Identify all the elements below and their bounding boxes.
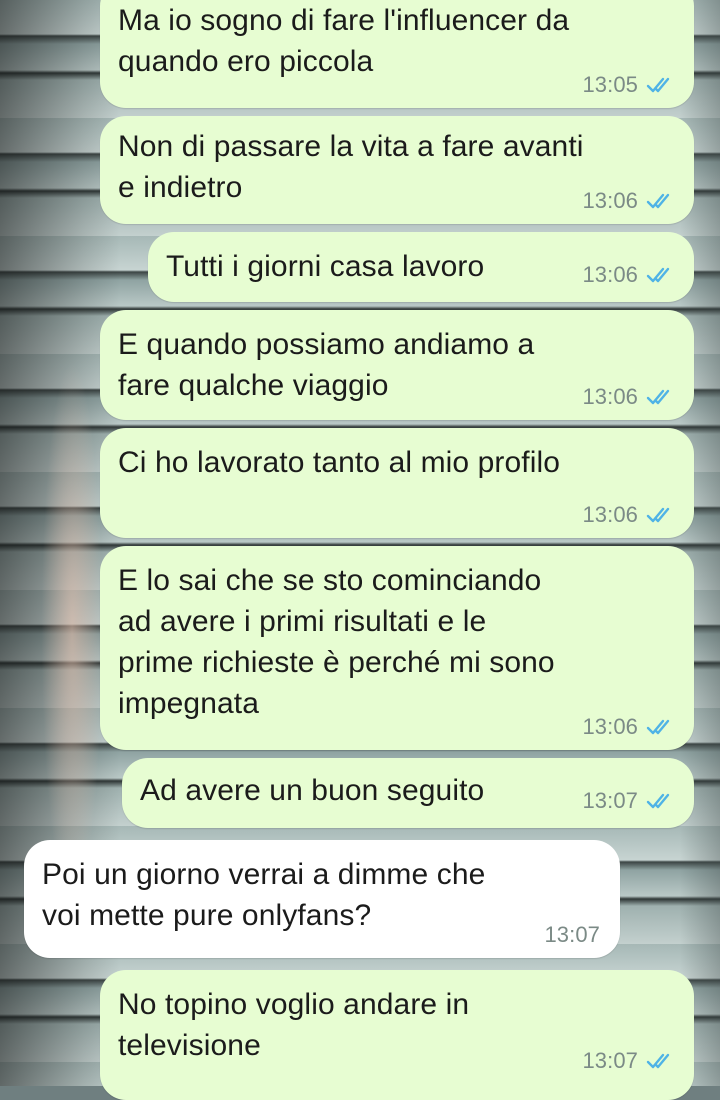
message-meta: 13:07 (582, 1048, 676, 1074)
message-bubble-outgoing[interactable]: No topino voglio andare in televisione 1… (100, 970, 694, 1100)
chat-message-list[interactable]: Ma io sogno di fare l'influencer da quan… (0, 0, 720, 1100)
message-text: No topino voglio andare in televisione (118, 988, 470, 1062)
message-meta: 13:05 (582, 72, 676, 98)
message-time: 13:06 (582, 384, 638, 409)
message-meta: 13:06 (582, 714, 676, 740)
message-text: Tutti i giorni casa lavoro (166, 250, 485, 283)
message-text: Ci ho lavorato tanto al mio profilo (118, 446, 561, 479)
message-bubble-outgoing[interactable]: Ma io sogno di fare l'influencer da quan… (100, 0, 694, 108)
message-bubble-outgoing[interactable]: Non di passare la vita a fare avanti e i… (100, 116, 694, 224)
message-time: 13:07 (582, 1048, 638, 1073)
message-text: E lo sai che se sto cominciando ad avere… (118, 564, 555, 720)
double-check-icon (646, 792, 676, 810)
message-bubble-outgoing[interactable]: E lo sai che se sto cominciando ad avere… (100, 546, 694, 750)
message-time: 13:07 (544, 922, 600, 947)
message-time: 13:06 (582, 714, 638, 739)
double-check-icon (646, 76, 676, 94)
message-time: 13:07 (582, 788, 638, 813)
double-check-icon (646, 266, 676, 284)
message-time: 13:06 (582, 502, 638, 527)
message-meta: 13:07 (544, 922, 600, 948)
message-meta: 13:06 (582, 262, 676, 288)
message-meta: 13:07 (582, 788, 676, 814)
message-text: Ma io sogno di fare l'influencer da quan… (118, 4, 570, 78)
double-check-icon (646, 506, 676, 524)
message-text: Non di passare la vita a fare avanti e i… (118, 130, 584, 204)
message-bubble-outgoing[interactable]: Ci ho lavorato tanto al mio profilo 13:0… (100, 428, 694, 538)
double-check-icon (646, 192, 676, 210)
message-time: 13:05 (582, 72, 638, 97)
message-time: 13:06 (582, 188, 638, 213)
message-text: Ad avere un buon seguito (140, 774, 485, 807)
message-text: Poi un giorno verrai a dimme che voi met… (42, 858, 486, 932)
message-meta: 13:06 (582, 188, 676, 214)
message-bubble-outgoing[interactable]: Ad avere un buon seguito 13:07 (122, 758, 694, 828)
message-meta: 13:06 (582, 502, 676, 528)
message-text: E quando possiamo andiamo a fare qualche… (118, 328, 535, 402)
double-check-icon (646, 1052, 676, 1070)
message-bubble-outgoing[interactable]: Tutti i giorni casa lavoro 13:06 (148, 232, 694, 302)
message-bubble-incoming[interactable]: Poi un giorno verrai a dimme che voi met… (24, 840, 620, 958)
message-bubble-outgoing[interactable]: E quando possiamo andiamo a fare qualche… (100, 310, 694, 420)
message-meta: 13:06 (582, 384, 676, 410)
double-check-icon (646, 718, 676, 736)
double-check-icon (646, 388, 676, 406)
message-time: 13:06 (582, 262, 638, 287)
